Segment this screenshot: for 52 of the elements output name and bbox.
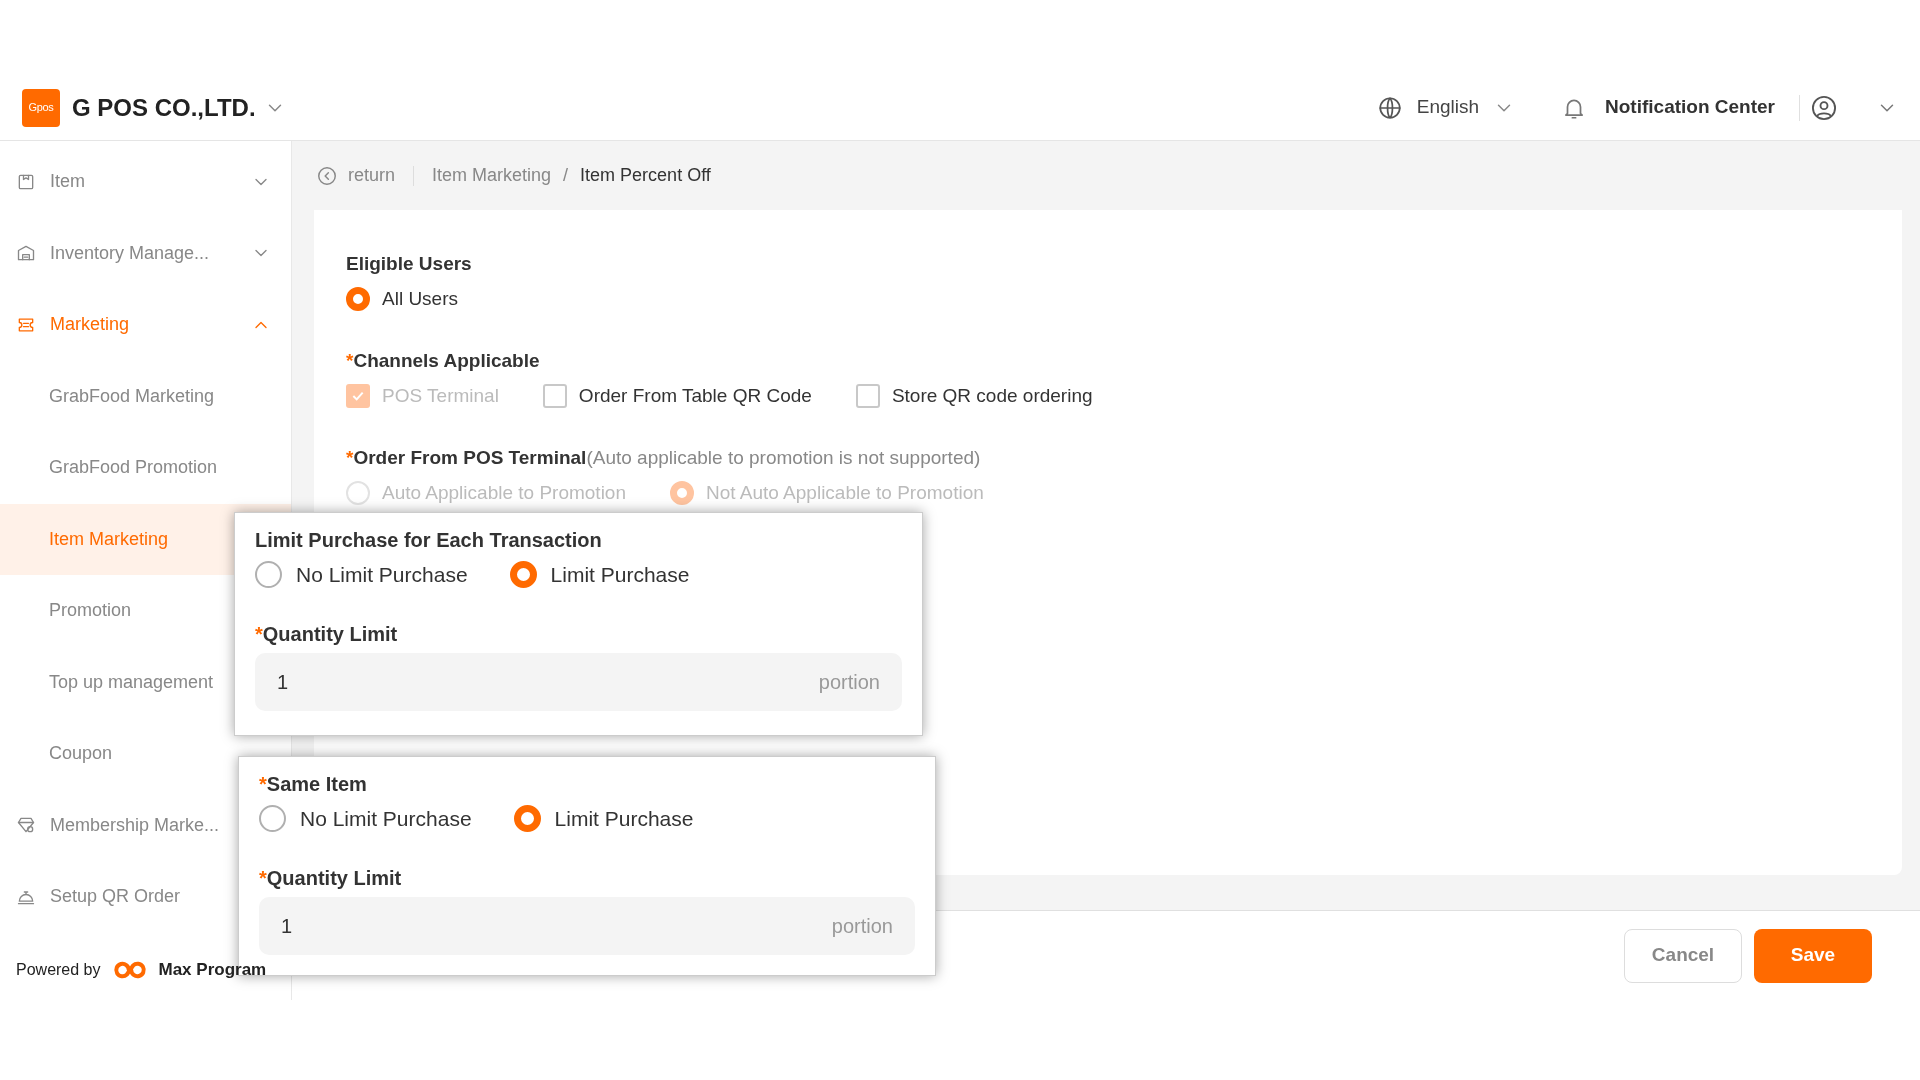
brand-name: Max Program [158, 959, 267, 982]
field-label: Eligible Users [346, 252, 472, 276]
sidebar-item[interactable]: Inventory Manage... [0, 217, 291, 289]
radio-button[interactable] [255, 561, 282, 589]
field-label: Same Item [266, 772, 367, 797]
notification-center-button[interactable]: Notification Center [1561, 93, 1775, 122]
option-label: POS Terminal [382, 383, 499, 408]
field-label: Quantity Limit [262, 621, 398, 647]
required-mark: * [346, 349, 354, 373]
radio-button[interactable] [513, 805, 541, 833]
required-mark: * [259, 772, 267, 797]
sidebar-item[interactable]: Item [0, 146, 291, 218]
sidebar-item[interactable]: Marketing [0, 289, 291, 361]
radio-button[interactable] [346, 286, 370, 311]
field-label: Channels Applicable [353, 349, 540, 373]
required-mark: * [255, 621, 263, 647]
user-account-icon [1810, 93, 1838, 122]
option-label: All Users [382, 286, 458, 311]
company-logo: Gpos [22, 88, 60, 127]
powered-by-label: Powered by [16, 960, 101, 980]
checkbox[interactable] [542, 383, 567, 408]
field-label: Quantity Limit [266, 865, 402, 891]
field-label: Order From POS Terminal [353, 446, 587, 470]
option-label: Order From Table QR Code [578, 383, 812, 408]
radio-button[interactable] [259, 805, 286, 833]
option-label: Not Auto Applicable to Promotion [706, 480, 984, 505]
checkbox[interactable] [855, 383, 880, 408]
option-label: No Limit Purchase [300, 806, 472, 832]
sidebar-subitem[interactable]: GrabFood Marketing [0, 360, 291, 432]
required-mark: * [346, 446, 354, 470]
quantity-input[interactable]: 1 portion [259, 896, 915, 955]
breadcrumb-separator: / [563, 164, 569, 187]
sidebar-subitem[interactable]: GrabFood Promotion [0, 432, 291, 504]
option-label: No Limit Purchase [296, 562, 468, 588]
return-link[interactable]: return [316, 162, 396, 189]
unit-label: portion [831, 913, 893, 939]
breadcrumb-current: Item Percent Off [580, 164, 711, 187]
option-label: Auto Applicable to Promotion [382, 480, 626, 505]
breadcrumb-link[interactable]: Item Marketing [432, 162, 552, 189]
language-selector[interactable]: English [1376, 93, 1516, 122]
company-name: G POS CO.,LTD. [72, 92, 256, 123]
option-label: Limit Purchase [554, 806, 694, 832]
unit-label: portion [818, 669, 880, 695]
option-label: Limit Purchase [550, 562, 690, 588]
globe-icon [1376, 94, 1403, 121]
cancel-button[interactable]: Cancel [1624, 928, 1742, 983]
option-label: Store QR code ordering [891, 383, 1093, 408]
save-button[interactable]: Save [1754, 928, 1872, 983]
field-note: (Auto applicable to promotion is not supported) [586, 446, 981, 470]
required-mark: * [259, 865, 267, 891]
radio-button[interactable] [509, 561, 537, 589]
quantity-input[interactable]: 1 portion [255, 652, 902, 711]
